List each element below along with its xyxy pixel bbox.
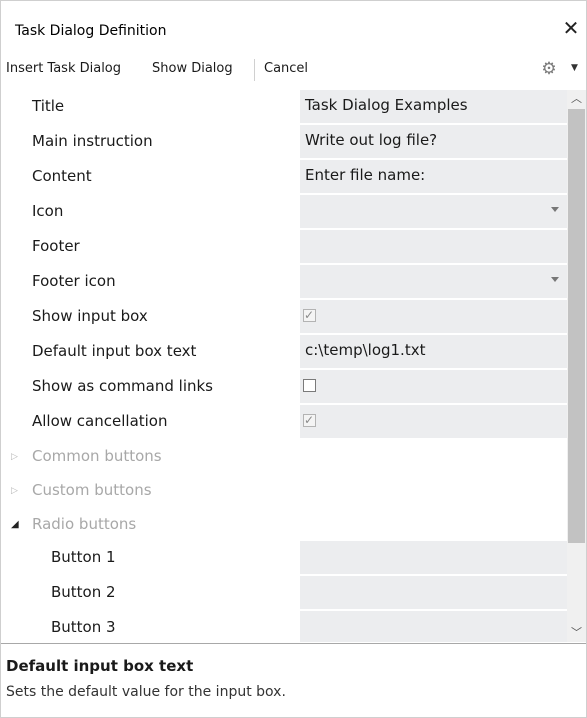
category-label: Custom buttons [32, 481, 152, 499]
dropdown-arrow-icon[interactable] [551, 207, 559, 212]
property-row-footer-icon[interactable]: Footer icon [1, 265, 567, 300]
category-custom-buttons[interactable]: ▷ Custom buttons [1, 474, 567, 509]
scroll-down-arrow-icon[interactable]: ﹀ [567, 624, 586, 642]
default-input-box-text-value-field[interactable]: c:\temp\log1.txt [300, 335, 567, 370]
show-input-box-value-cell: ✓ [300, 300, 567, 335]
toolbar-separator [254, 59, 255, 81]
footer-value-field[interactable] [300, 230, 567, 265]
title-bar: Task Dialog Definition ✕ [1, 1, 586, 45]
content-value-field[interactable]: Enter file name: [300, 160, 567, 195]
property-label: Footer [32, 237, 80, 255]
show-dialog-button[interactable]: Show Dialog [152, 61, 233, 76]
property-row-show-as-command-links[interactable]: Show as command links [1, 370, 567, 405]
insert-task-dialog-button[interactable]: Insert Task Dialog [6, 61, 121, 76]
cancel-button[interactable]: Cancel [264, 61, 308, 76]
show-as-command-links-checkbox[interactable] [303, 379, 316, 392]
checkmark-icon: ✓ [304, 413, 315, 427]
close-button[interactable]: ✕ [556, 16, 586, 40]
collapse-triangle-icon[interactable]: ◢ [11, 519, 19, 530]
title-value-field[interactable]: Task Dialog Examples [300, 90, 567, 125]
help-description: Sets the default value for the input box… [6, 684, 286, 700]
property-label: Footer icon [32, 272, 116, 290]
property-label: Default input box text [32, 342, 197, 360]
property-label: Main instruction [32, 132, 153, 150]
property-row-icon[interactable]: Icon [1, 195, 567, 230]
property-row-show-input-box[interactable]: Show input box ✓ [1, 300, 567, 335]
allow-cancellation-checkbox[interactable]: ✓ [303, 413, 316, 427]
main-instruction-value-field[interactable]: Write out log file? [300, 125, 567, 160]
scroll-up-arrow-icon[interactable]: ︿ [567, 90, 586, 108]
property-row-footer[interactable]: Footer [1, 230, 567, 265]
property-value: Enter file name: [305, 166, 426, 184]
property-label: Show as command links [32, 377, 213, 395]
checkmark-icon: ✓ [304, 308, 315, 322]
button-1-value-field[interactable] [300, 541, 567, 576]
property-row-button-1[interactable]: Button 1 [1, 541, 567, 576]
gear-icon[interactable]: ⚙ [538, 57, 560, 81]
expand-triangle-icon[interactable]: ▷ [11, 486, 18, 496]
property-value: Task Dialog Examples [305, 96, 468, 114]
show-input-box-checkbox[interactable]: ✓ [303, 308, 316, 322]
property-row-content[interactable]: Content Enter file name: [1, 160, 567, 195]
property-label: Button 2 [51, 583, 116, 601]
toolbar: Insert Task Dialog Show Dialog Cancel ⚙ … [1, 57, 586, 85]
property-value: c:\temp\log1.txt [305, 341, 426, 359]
category-label: Common buttons [32, 447, 162, 465]
property-label: Content [32, 167, 92, 185]
button-2-value-field[interactable] [300, 576, 567, 611]
property-row-default-input-box-text[interactable]: Default input box text c:\temp\log1.txt [1, 335, 567, 370]
property-label: Show input box [32, 307, 148, 325]
chevron-down-icon[interactable]: ▼ [571, 63, 578, 73]
window-title: Task Dialog Definition [15, 23, 167, 39]
property-value: Write out log file? [305, 131, 438, 149]
category-label: Radio buttons [32, 515, 137, 533]
button-3-value-field[interactable] [300, 611, 567, 642]
property-row-button-3[interactable]: Button 3 [1, 611, 567, 642]
property-row-button-2[interactable]: Button 2 [1, 576, 567, 611]
property-grid: Title Task Dialog Examples Main instruct… [1, 90, 567, 642]
footer-icon-dropdown[interactable] [300, 265, 567, 300]
category-common-buttons[interactable]: ▷ Common buttons [1, 440, 567, 475]
icon-dropdown[interactable] [300, 195, 567, 230]
help-title: Default input box text [6, 657, 194, 675]
property-label: Button 3 [51, 618, 116, 636]
vertical-scrollbar[interactable]: ︿ ﹀ [567, 90, 586, 642]
property-row-allow-cancellation[interactable]: Allow cancellation ✓ [1, 405, 567, 440]
property-row-main-instruction[interactable]: Main instruction Write out log file? [1, 125, 567, 160]
property-label: Icon [32, 202, 64, 220]
help-divider[interactable] [1, 643, 586, 644]
dropdown-arrow-icon[interactable] [551, 277, 559, 282]
show-as-command-links-value-cell [300, 370, 567, 405]
property-row-title[interactable]: Title Task Dialog Examples [1, 90, 567, 125]
task-dialog-definition-window: Task Dialog Definition ✕ Insert Task Dia… [0, 0, 587, 718]
property-label: Button 1 [51, 548, 116, 566]
property-label: Title [32, 97, 65, 115]
allow-cancellation-value-cell: ✓ [300, 405, 567, 440]
expand-triangle-icon[interactable]: ▷ [11, 452, 18, 462]
scrollbar-thumb[interactable] [568, 109, 585, 543]
category-radio-buttons[interactable]: ◢ Radio buttons [1, 508, 567, 543]
property-label: Allow cancellation [32, 412, 168, 430]
